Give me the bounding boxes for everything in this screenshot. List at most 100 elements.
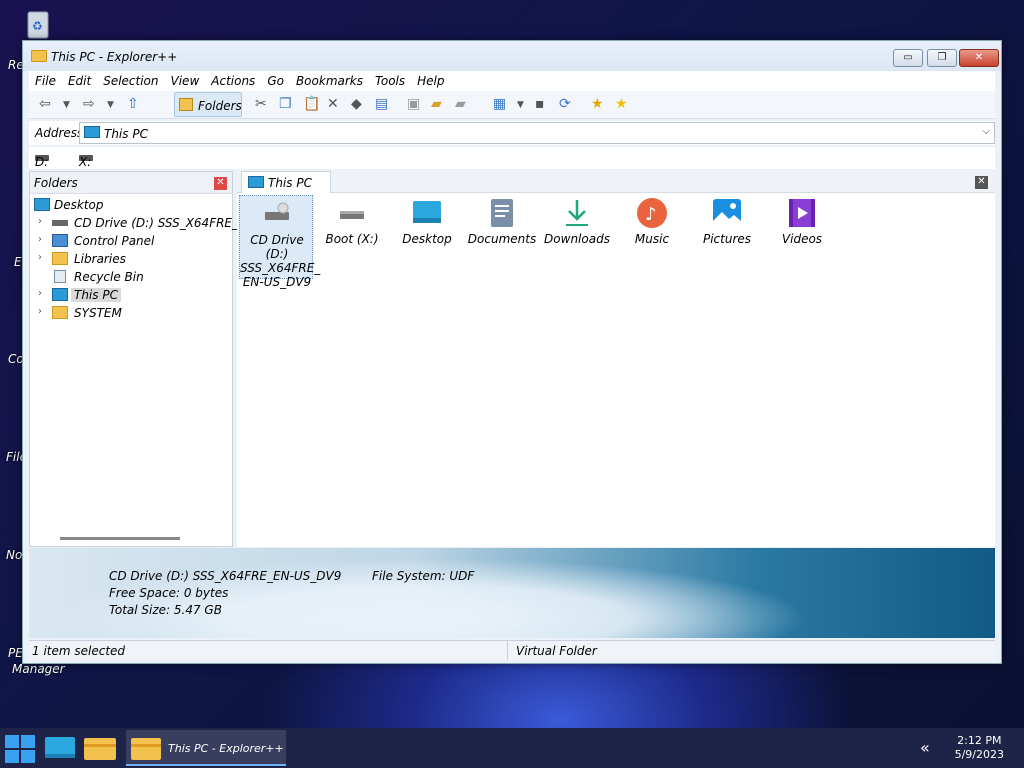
- tree-item-desktop[interactable]: Desktop: [30, 196, 232, 214]
- delete-icon[interactable]: ✕: [327, 96, 339, 112]
- chevron-right-icon[interactable]: ›: [38, 288, 42, 299]
- folders-button[interactable]: Folders: [174, 92, 242, 117]
- item-desktop[interactable]: Desktop: [390, 195, 464, 279]
- desktop-label: PE: [8, 646, 23, 660]
- clock[interactable]: 2:12 PM 5/9/2023: [955, 734, 1004, 762]
- tab-this-pc[interactable]: This PC: [241, 171, 331, 193]
- copy-to-folder-icon[interactable]: ▣: [407, 96, 420, 112]
- menu-help[interactable]: Help: [411, 71, 450, 88]
- restore-button[interactable]: ❐: [927, 49, 957, 67]
- status-selection: 1 item selected: [32, 644, 126, 658]
- item-label: Videos: [781, 232, 823, 246]
- folders-panel-title: Folders: [34, 176, 78, 190]
- menu-bar: File Edit Selection View Actions Go Bookmarks T…: [29, 71, 995, 91]
- item-pictures[interactable]: Pictures: [690, 195, 764, 279]
- tree-item-label: Libraries: [74, 252, 126, 266]
- clock-date: 5/9/2023: [954, 748, 1004, 761]
- status-bar: 1 item selected Virtual Folder: [29, 640, 995, 660]
- item-label: Desktop: [402, 232, 452, 246]
- status-separator: [507, 641, 508, 660]
- downloads-icon: [566, 200, 588, 226]
- menu-go[interactable]: Go: [261, 71, 290, 88]
- forward-icon[interactable]: ⇨: [83, 96, 95, 112]
- forward-dropdown-icon[interactable]: ▼: [107, 100, 114, 110]
- tree-item-cd-drive[interactable]: › CD Drive (D:) SSS_X64FRE_EN: [30, 214, 255, 232]
- tree-item-label: CD Drive (D:) SSS_X64FRE_EN: [74, 216, 255, 230]
- chevron-down-icon[interactable]: ⌵: [982, 126, 990, 137]
- close-tab-icon[interactable]: ✕: [975, 176, 988, 189]
- horizontal-scrollbar[interactable]: [60, 537, 180, 540]
- move-to-folder-icon[interactable]: ▰: [431, 96, 442, 112]
- taskbar: This PC - Explorer++ « 2:12 PM 5/9/2023: [0, 728, 1024, 768]
- address-input[interactable]: This PC ⌵: [79, 122, 995, 144]
- tree-item-label: Recycle Bin: [74, 270, 144, 284]
- tree-item-libraries[interactable]: › Libraries: [30, 250, 232, 268]
- start-button[interactable]: [2, 730, 38, 766]
- desktop-icon: [34, 198, 50, 211]
- desktop-label: Manager: [12, 662, 65, 676]
- menu-view[interactable]: View: [165, 71, 206, 88]
- chevron-right-icon[interactable]: ›: [38, 306, 42, 317]
- command-prompt-icon[interactable]: ▪: [535, 96, 545, 112]
- close-folders-panel-icon[interactable]: ✕: [214, 177, 227, 190]
- drive-icon: [340, 211, 364, 219]
- menu-bookmarks[interactable]: Bookmarks: [290, 71, 369, 88]
- address-value: This PC: [104, 127, 148, 141]
- refresh-icon[interactable]: ⟳: [559, 96, 571, 112]
- tree-item-control-panel[interactable]: › Control Panel: [30, 232, 232, 250]
- menu-tools[interactable]: Tools: [369, 71, 411, 88]
- folder-icon: [131, 738, 161, 760]
- taskbar-file-explorer[interactable]: [82, 730, 118, 766]
- taskbar-explorerpp-button[interactable]: This PC - Explorer++: [126, 730, 286, 766]
- tree-item-this-pc[interactable]: › This PC: [30, 286, 232, 304]
- up-icon[interactable]: ⇧: [127, 96, 139, 112]
- properties-icon[interactable]: ▤: [375, 96, 388, 112]
- item-boot-drive[interactable]: Boot (X:): [315, 195, 389, 279]
- back-icon[interactable]: ⇦: [39, 96, 51, 112]
- views-dropdown-icon[interactable]: ▼: [517, 100, 524, 110]
- show-hidden-icons-icon[interactable]: «: [920, 738, 930, 757]
- title-bar[interactable]: This PC - Explorer++ ▭ ❐ ✕: [23, 41, 1001, 71]
- views-icon[interactable]: ▦: [493, 96, 506, 112]
- item-videos[interactable]: Videos: [765, 195, 839, 279]
- tab-bar: This PC ✕: [237, 171, 995, 193]
- cut-icon[interactable]: ✂: [255, 96, 267, 112]
- tree-item-recycle-bin[interactable]: Recycle Bin: [30, 268, 232, 286]
- minimize-button[interactable]: ▭: [893, 49, 923, 67]
- this-pc-icon: [248, 176, 264, 188]
- svg-text:♪: ♪: [645, 204, 657, 225]
- item-downloads[interactable]: Downloads: [540, 195, 614, 279]
- folders-button-label: Folders: [198, 99, 242, 113]
- info-pane: CD Drive (D:) SSS_X64FRE_EN-US_DV9 File …: [29, 548, 995, 638]
- menu-edit[interactable]: Edit: [62, 71, 97, 88]
- menu-selection[interactable]: Selection: [97, 71, 164, 88]
- folder-icon: [52, 306, 68, 319]
- copy-icon[interactable]: ❐: [279, 96, 292, 112]
- paste-icon[interactable]: 📋: [303, 96, 320, 112]
- menu-file[interactable]: File: [29, 71, 62, 88]
- control-panel-icon: [52, 234, 68, 247]
- bookmarks-icon[interactable]: ★: [615, 96, 628, 112]
- tree-item-system[interactable]: › SYSTEM: [30, 304, 232, 322]
- chevron-right-icon[interactable]: ›: [38, 234, 42, 245]
- chevron-right-icon[interactable]: ›: [38, 252, 42, 263]
- status-folder-type: Virtual Folder: [516, 644, 597, 658]
- menu-actions[interactable]: Actions: [205, 71, 261, 88]
- item-cd-drive[interactable]: CD Drive (D:) SSS_X64FRE_ EN-US_DV9: [239, 195, 320, 289]
- delete-permanently-icon[interactable]: ◆: [351, 96, 362, 112]
- recycle-bin-icon: ♻: [22, 8, 54, 40]
- close-button[interactable]: ✕: [959, 49, 999, 67]
- svg-text:♻: ♻: [32, 19, 43, 33]
- back-dropdown-icon[interactable]: ▼: [63, 100, 70, 110]
- item-music[interactable]: ♪ Music: [615, 195, 689, 279]
- pictures-icon: [713, 199, 741, 227]
- tree-item-label: This PC: [71, 288, 121, 302]
- chevron-right-icon[interactable]: ›: [38, 216, 42, 227]
- item-label: Boot (X:): [325, 232, 379, 246]
- add-bookmark-icon[interactable]: ★: [591, 96, 604, 112]
- new-folder-icon[interactable]: ▰: [455, 96, 466, 112]
- item-documents[interactable]: Documents: [465, 195, 539, 279]
- documents-icon: [491, 199, 513, 227]
- item-label: CD Drive (D:) SSS_X64FRE_ EN-US_DV9: [240, 233, 321, 289]
- taskbar-this-pc[interactable]: [42, 730, 78, 766]
